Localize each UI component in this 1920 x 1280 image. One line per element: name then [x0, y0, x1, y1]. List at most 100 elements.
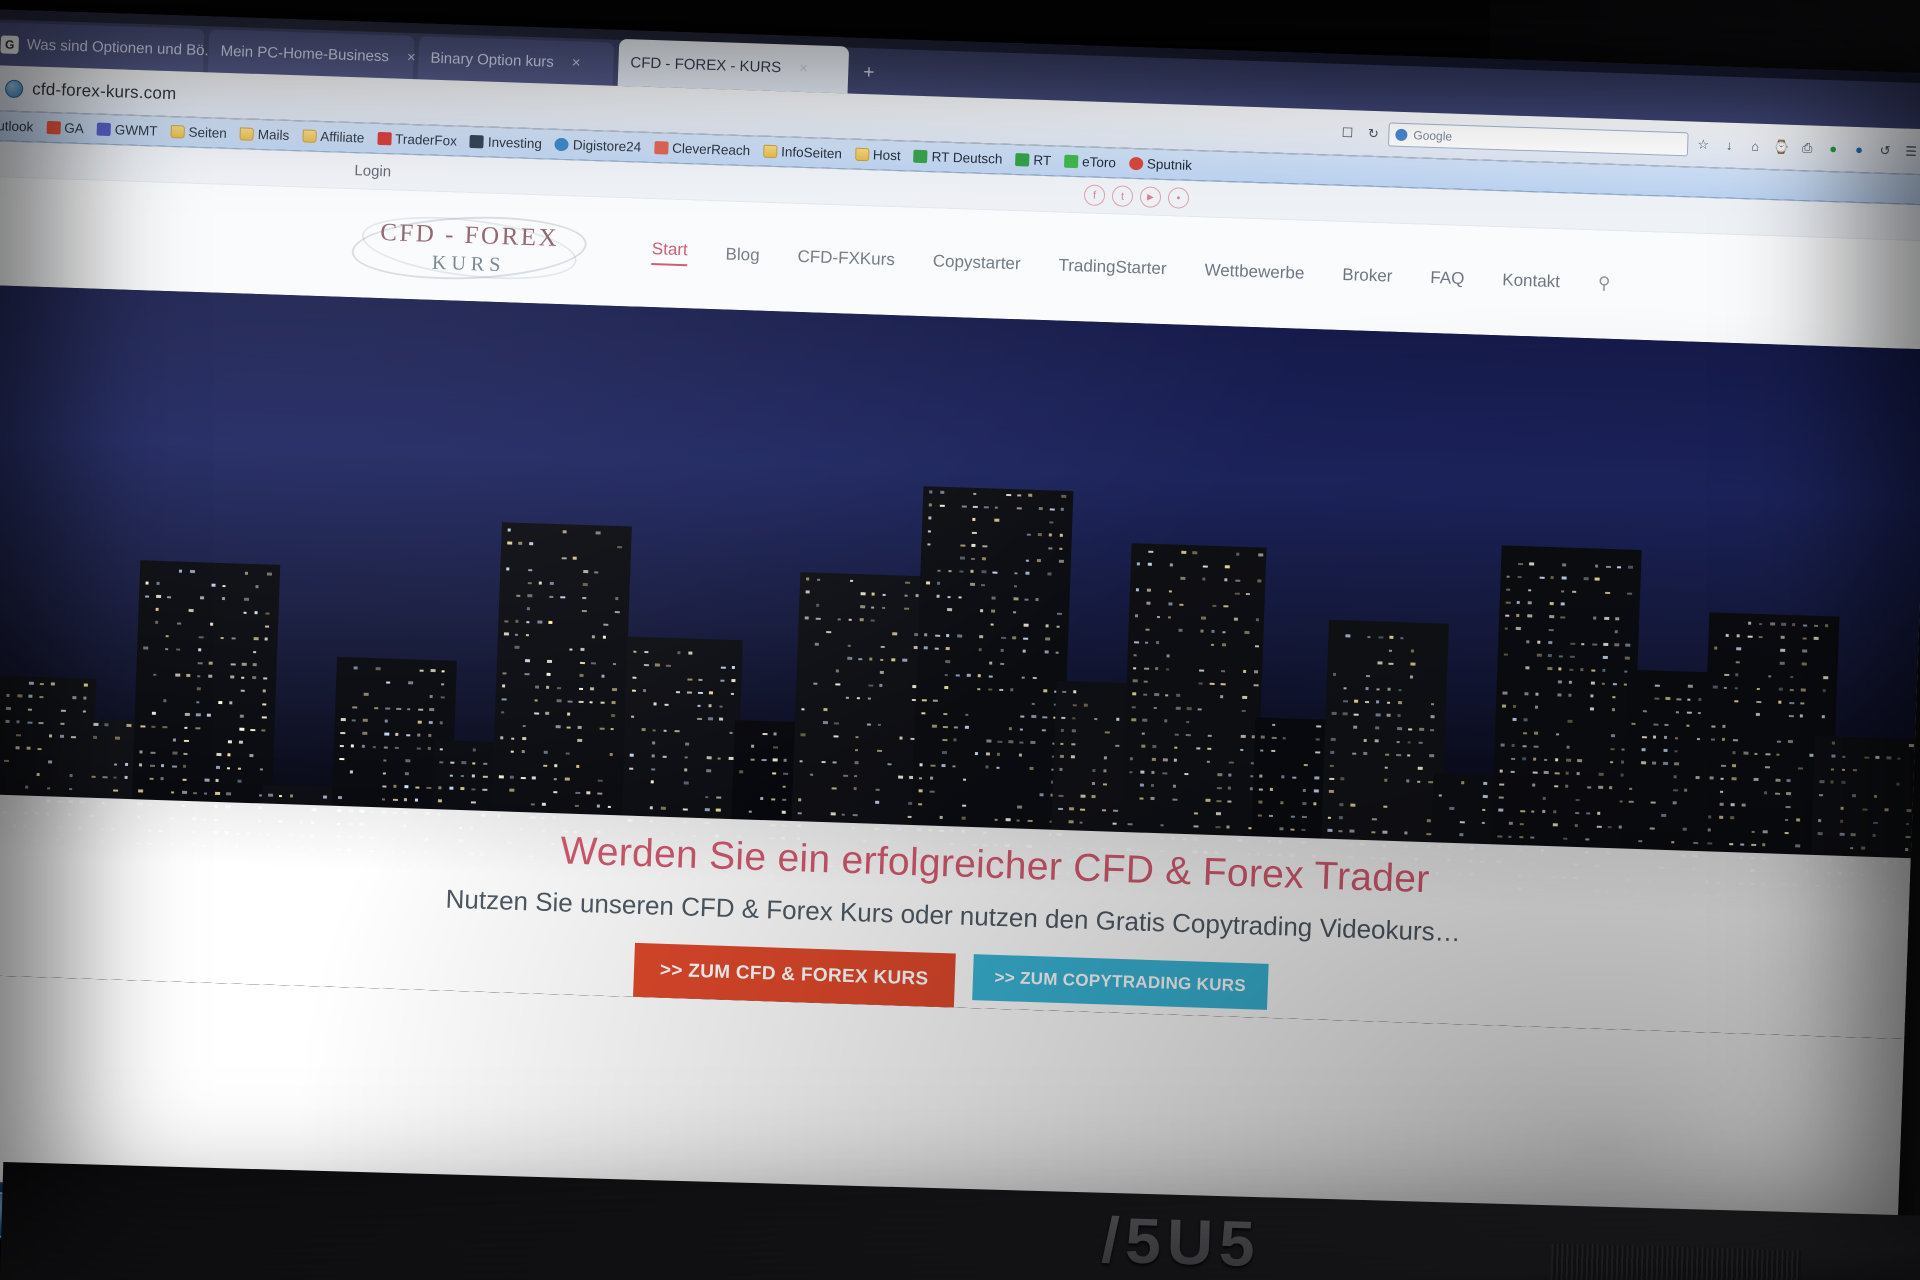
- nav-item-blog[interactable]: Blog: [725, 245, 760, 266]
- bookmark-label: CleverReach: [671, 140, 751, 159]
- bookmark-item[interactable]: GWMT: [91, 119, 162, 140]
- tab-close-icon[interactable]: ×: [407, 49, 416, 66]
- nav-item-faq[interactable]: FAQ: [1430, 268, 1465, 289]
- nav-item-copystarter[interactable]: Copystarter: [932, 251, 1021, 274]
- tab-title: Mein PC-Home-Business: [220, 42, 390, 66]
- bookmark-label: Outlook: [0, 117, 34, 135]
- primary-cta-button[interactable]: >> ZUM CFD & FOREX KURS: [632, 942, 956, 1008]
- tab-favicon-icon: G: [0, 34, 20, 54]
- nav-item-broker[interactable]: Broker: [1342, 265, 1393, 287]
- bookmark-item[interactable]: InfoSeiten: [758, 142, 847, 164]
- search-icon[interactable]: ⚲: [1598, 273, 1611, 293]
- bookmark-label: RT Deutsch: [931, 149, 1003, 167]
- folder-icon: [762, 144, 778, 159]
- bookmark-item[interactable]: Sputnik: [1124, 154, 1198, 175]
- bookmark-label: Digistore24: [572, 137, 642, 155]
- nav-item-tradingstarter[interactable]: TradingStarter: [1058, 256, 1167, 280]
- youtube-icon[interactable]: ►: [1139, 186, 1162, 208]
- sputnik-icon: [1128, 156, 1144, 171]
- tab-title: CFD - FOREX - KURS: [630, 54, 782, 77]
- tab-title: Binary Option kurs: [430, 49, 555, 71]
- search-placeholder: Google: [1413, 127, 1453, 144]
- downloads-icon[interactable]: ↓: [1718, 134, 1741, 157]
- twitter-icon[interactable]: t: [1111, 185, 1134, 207]
- nav-item-cfd-fxkurs[interactable]: CFD-FXKurs: [797, 247, 895, 270]
- nav-item-kontakt[interactable]: Kontakt: [1502, 270, 1560, 292]
- tab-close-icon[interactable]: ×: [799, 60, 808, 77]
- bookmark-label: Investing: [487, 134, 543, 152]
- bookmark-label: RT: [1033, 152, 1052, 169]
- print-icon[interactable]: ⎙: [1796, 136, 1819, 159]
- site-logo[interactable]: CFD - FOREX KURS: [350, 205, 588, 293]
- browser-tab[interactable]: Binary Option kurs ×: [417, 36, 615, 86]
- mail-icon: [653, 141, 669, 155]
- bookmark-label: Seiten: [188, 124, 228, 141]
- bookmark-item[interactable]: GA: [41, 118, 89, 139]
- bookmark-label: TraderFox: [394, 131, 458, 149]
- rt-icon: [913, 149, 928, 164]
- home-icon[interactable]: ⌂: [1744, 135, 1767, 158]
- analytics-icon: [46, 120, 61, 135]
- login-link[interactable]: Login: [354, 162, 391, 180]
- bookmark-label: Sputnik: [1146, 156, 1193, 173]
- bookmark-item[interactable]: Seiten: [165, 122, 232, 143]
- new-tab-button[interactable]: +: [863, 62, 875, 84]
- speaker-grille: [1550, 1243, 1802, 1280]
- folder-icon: [302, 129, 317, 143]
- investing-icon: [469, 134, 485, 149]
- reload-icon[interactable]: ↻: [1362, 122, 1385, 145]
- secondary-cta-button[interactable]: >> ZUM COPYTRADING KURS: [971, 954, 1269, 1010]
- search-engine-icon: [1395, 128, 1408, 141]
- addon-icon[interactable]: ●: [1848, 138, 1871, 161]
- browser-tab[interactable]: Mein PC-Home-Business ×: [207, 29, 416, 80]
- bookmark-item[interactable]: eToro: [1059, 152, 1121, 173]
- nav-item-start[interactable]: Start: [651, 239, 689, 267]
- bookmark-item[interactable]: Affiliate: [297, 126, 370, 147]
- rss-icon[interactable]: •: [1167, 187, 1190, 209]
- bookmark-label: GWMT: [114, 122, 158, 139]
- menu-icon[interactable]: ☰: [1900, 140, 1920, 163]
- hero-section: Werden Sie ein erfolgreicher CFD & Forex…: [0, 283, 1920, 1040]
- web-page-content: Login f t ► • CFD - FOREX KURS Start Blo…: [0, 139, 1920, 1280]
- tab-title: Was sind Optionen und Bö..: [26, 36, 214, 60]
- folder-icon: [854, 147, 870, 162]
- bookmark-item[interactable]: CleverReach: [649, 138, 756, 161]
- bookmark-item[interactable]: Mails: [234, 124, 294, 145]
- bookmark-item[interactable]: Investing: [465, 132, 548, 154]
- bookmark-item[interactable]: RT Deutsch: [908, 147, 1007, 169]
- bookmark-item[interactable]: Digistore24: [550, 135, 647, 157]
- search-input[interactable]: Google: [1387, 121, 1689, 156]
- browser-tab[interactable]: G Was sind Optionen und Bö.. ×: [0, 21, 240, 73]
- bookmark-label: Host: [872, 147, 901, 164]
- bookmark-label: eToro: [1081, 154, 1117, 171]
- globe-icon: [4, 79, 24, 98]
- url-text: cfd-forex-kurs.com: [31, 78, 177, 103]
- bookmark-item[interactable]: Host: [850, 145, 906, 166]
- browser-tab-active[interactable]: CFD - FOREX - KURS ×: [617, 38, 850, 94]
- nav-right-icons: ☐ ↻ Google ☆ ↓ ⌂ ⌚ ⎙ ● ● ↺ ☰: [1336, 120, 1920, 164]
- laptop-photo: G Was sind Optionen und Bö.. × Mein PC-H…: [0, 0, 1920, 1280]
- reader-icon[interactable]: ☐: [1336, 121, 1359, 144]
- traderfox-icon: [376, 131, 392, 146]
- webmaster-icon: [96, 122, 112, 137]
- etoro-icon: [1063, 154, 1079, 169]
- bookmark-item[interactable]: RT: [1010, 150, 1056, 171]
- laptop-screen: G Was sind Optionen und Bö.. × Mein PC-H…: [0, 8, 1920, 1280]
- social-links: f t ► •: [1083, 184, 1190, 209]
- digistore-icon: [554, 137, 570, 152]
- bookmark-label: Mails: [257, 126, 290, 143]
- history-icon[interactable]: ⌚: [1770, 136, 1793, 159]
- folder-icon: [170, 125, 185, 139]
- bookmark-label: GA: [64, 120, 85, 137]
- bookmark-item[interactable]: Outlook: [0, 115, 39, 136]
- nav-item-wettbewerbe[interactable]: Wettbewerbe: [1204, 260, 1304, 283]
- folder-icon: [239, 127, 254, 141]
- bookmark-item[interactable]: TraderFox: [372, 129, 462, 151]
- facebook-icon[interactable]: f: [1083, 184, 1106, 207]
- sync-icon[interactable]: ↺: [1874, 139, 1897, 162]
- shield-icon[interactable]: ●: [1822, 137, 1845, 160]
- bookmark-star-icon[interactable]: ☆: [1692, 133, 1715, 156]
- site-nav: Start Blog CFD-FXKurs Copystarter Tradin…: [651, 239, 1611, 297]
- bookmark-label: InfoSeiten: [780, 144, 843, 162]
- tab-close-icon[interactable]: ×: [572, 54, 581, 71]
